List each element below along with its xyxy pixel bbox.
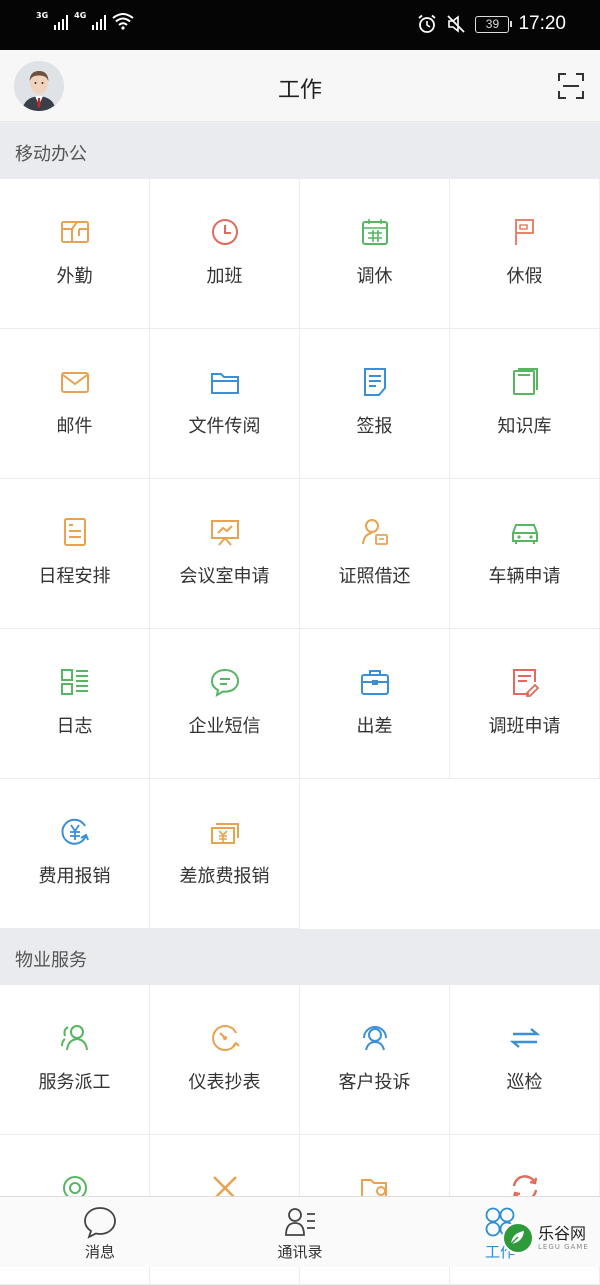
app-label: 费用报销 xyxy=(38,866,111,887)
status-right: 39 17:20 xyxy=(417,13,566,35)
app-label: 日志 xyxy=(56,716,93,737)
gauge-icon xyxy=(211,1025,240,1051)
app-customer-complaint[interactable]: 客户投诉 xyxy=(300,985,450,1135)
app-label: 差旅费报销 xyxy=(179,866,270,887)
app-label: 调班申请 xyxy=(488,716,561,737)
app-overtime[interactable]: 加班 xyxy=(150,179,300,329)
section-header-property-service: 物业服务 xyxy=(0,929,600,985)
status-left: 3G 4G xyxy=(36,12,134,30)
app-meeting-room[interactable]: 会议室申请 xyxy=(150,479,300,629)
watermark-logo-icon xyxy=(502,1222,534,1254)
top-bar: 工作 xyxy=(0,50,600,122)
book-icon xyxy=(512,368,538,395)
app-inspection[interactable]: 巡检 xyxy=(450,985,600,1135)
app-label: 邮件 xyxy=(56,416,93,437)
app-label: 外勤 xyxy=(56,266,93,287)
app-vacation[interactable]: 休假 xyxy=(450,179,600,329)
app-log[interactable]: 日志 xyxy=(0,629,150,779)
grid-empty-cell xyxy=(300,779,450,929)
signal-icon xyxy=(54,14,69,30)
section-header-mobile-office: 移动办公 xyxy=(0,123,600,179)
app-travel-expense[interactable]: 差旅费报销 xyxy=(150,779,300,929)
app-label: 客户投诉 xyxy=(338,1072,411,1093)
app-label: 休假 xyxy=(506,266,543,287)
people-icon xyxy=(60,1025,88,1051)
contacts-icon xyxy=(285,1208,315,1236)
app-mail[interactable]: 邮件 xyxy=(0,329,150,479)
app-field-work[interactable]: 外勤 xyxy=(0,179,150,329)
money-icon xyxy=(210,823,239,844)
tab-messages[interactable]: 消息 xyxy=(0,1197,200,1268)
app-label: 调休 xyxy=(356,266,393,287)
message-icon xyxy=(84,1207,116,1239)
document-icon xyxy=(363,368,386,396)
edit-doc-icon xyxy=(512,669,539,697)
watermark: 乐谷网 LEGU GAME xyxy=(502,1222,589,1254)
app-label: 企业短信 xyxy=(188,716,261,737)
status-time: 17:20 xyxy=(518,13,566,34)
log-grid-icon xyxy=(60,669,88,695)
app-label: 巡检 xyxy=(506,1072,543,1093)
app-service-dispatch[interactable]: 服务派工 xyxy=(0,985,150,1135)
car-icon xyxy=(511,524,538,544)
app-label: 加班 xyxy=(206,266,243,287)
calendar-icon xyxy=(361,219,388,245)
grid-empty-cell xyxy=(450,779,600,929)
mail-icon xyxy=(60,372,89,393)
alarm-icon xyxy=(418,14,437,33)
map-icon xyxy=(60,221,89,243)
presentation-icon xyxy=(210,520,239,546)
page-title: 工作 xyxy=(277,78,322,103)
app-license-borrow[interactable]: 证照借还 xyxy=(300,479,450,629)
app-label: 日程安排 xyxy=(38,566,111,587)
status-bar: 3G 4G 39 17:20 xyxy=(0,0,600,50)
app-label: 服务派工 xyxy=(38,1072,111,1093)
app-schedule[interactable]: 日程安排 xyxy=(0,479,150,629)
app-expense-claim[interactable]: 费用报销 xyxy=(0,779,150,929)
yen-refresh-icon xyxy=(60,818,89,845)
scan-icon[interactable] xyxy=(558,73,584,99)
clock-icon xyxy=(211,219,238,245)
app-label: 证照借还 xyxy=(338,566,411,587)
flag-icon xyxy=(514,219,534,245)
signal-icon xyxy=(92,14,107,30)
app-shift-change[interactable]: 调班申请 xyxy=(450,629,600,779)
network-type-1: 3G xyxy=(36,11,49,20)
swap-arrows-icon xyxy=(509,1028,540,1048)
app-sign-report[interactable]: 签报 xyxy=(300,329,450,479)
app-label: 出差 xyxy=(356,716,393,737)
app-enterprise-sms[interactable]: 企业短信 xyxy=(150,629,300,779)
tab-contacts[interactable]: 通讯录 xyxy=(200,1197,400,1268)
watermark-text: 乐谷网 xyxy=(538,1224,587,1243)
app-label: 车辆申请 xyxy=(488,566,561,587)
app-label: 知识库 xyxy=(497,416,552,437)
app-label: 仪表抄表 xyxy=(188,1072,261,1093)
person-card-icon xyxy=(361,519,388,545)
list-doc-icon xyxy=(63,518,86,546)
folder-icon xyxy=(210,373,239,394)
tab-label: 通讯录 xyxy=(277,1243,323,1261)
mobile-office-grid: 外勤 加班 调休 休假 邮件 文件传阅 签报 知识库 日程安排 会议室申请 证照… xyxy=(0,179,600,929)
network-type-2: 4G xyxy=(74,11,87,20)
mute-icon xyxy=(447,15,466,33)
app-file-circulation[interactable]: 文件传阅 xyxy=(150,329,300,479)
watermark-subtext: LEGU GAME xyxy=(538,1243,589,1251)
chat-bubble-icon xyxy=(210,668,239,697)
app-business-trip[interactable]: 出差 xyxy=(300,629,450,779)
app-label: 文件传阅 xyxy=(188,416,261,437)
headset-icon xyxy=(362,1026,387,1051)
app-comp-leave[interactable]: 调休 xyxy=(300,179,450,329)
tab-label: 消息 xyxy=(84,1243,115,1261)
wifi-icon xyxy=(112,13,134,30)
briefcase-icon xyxy=(360,670,389,695)
app-meter-reading[interactable]: 仪表抄表 xyxy=(150,985,300,1135)
app-vehicle-request[interactable]: 车辆申请 xyxy=(450,479,600,629)
app-knowledge-base[interactable]: 知识库 xyxy=(450,329,600,479)
battery-icon: 39 xyxy=(475,15,513,33)
app-label: 会议室申请 xyxy=(179,566,270,587)
app-label: 签报 xyxy=(356,416,393,437)
